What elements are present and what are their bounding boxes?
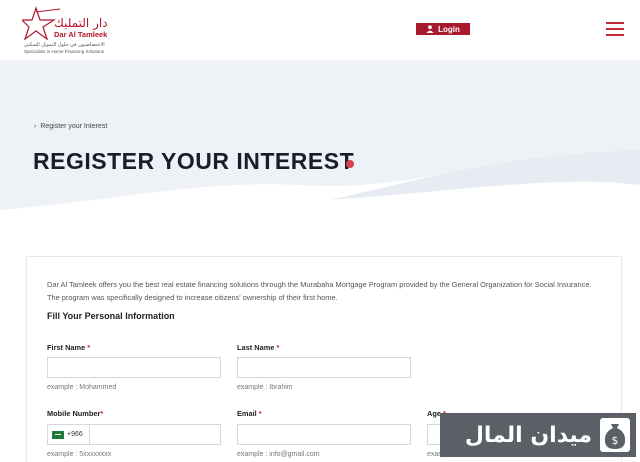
mobile-number-label: Mobile Number* (47, 409, 104, 418)
breadcrumb: › Register your Interest (34, 123, 107, 130)
logo-english-name: Dar Al Tamleek (54, 30, 108, 39)
saudi-flag-icon (52, 430, 64, 439)
email-hint: example : info@gmail.com (237, 451, 320, 458)
chevron-right-icon: › (34, 123, 37, 130)
logo-tagline-arabic: الاختصاصيون في حلول التمويل السكني (24, 42, 105, 48)
hero-wave-background (0, 150, 640, 230)
required-marker: * (276, 343, 280, 352)
first-name-hint: example : Mohammed (47, 384, 117, 391)
last-name-hint: example : Ibrahim (237, 384, 293, 391)
money-bag-icon: $ (600, 418, 630, 452)
required-marker: * (87, 343, 91, 352)
logo-arabic-name: دار التمليك (54, 16, 108, 30)
email-input[interactable] (237, 424, 411, 445)
first-name-label: First Name * (47, 343, 91, 352)
section-title: Fill Your Personal Information (47, 311, 175, 321)
required-marker: * (100, 409, 104, 418)
logo[interactable]: دار التمليك Dar Al Tamleek الاختصاصيون ف… (20, 6, 110, 56)
mobile-number-input[interactable] (89, 424, 221, 445)
header: دار التمليك Dar Al Tamleek الاختصاصيون ف… (0, 0, 640, 60)
page-title: REGISTER YOUR INTEREST (33, 148, 355, 174)
user-icon (426, 25, 434, 33)
mobile-number-hint: example : 5xxxxxxxx (47, 451, 112, 458)
page: دار التمليك Dar Al Tamleek الاختصاصيون ف… (0, 0, 640, 462)
hero-banner: › Register your Interest REGISTER YOUR I… (0, 60, 640, 230)
hamburger-menu-icon[interactable] (606, 22, 624, 36)
watermark-overlay: ميدان المال $ (440, 413, 636, 457)
first-name-input[interactable] (47, 357, 221, 378)
breadcrumb-item-register[interactable]: Register your Interest (40, 123, 107, 130)
logo-tagline-english: Specialists in Home Financing Solutions (24, 49, 105, 54)
title-accent-dot (346, 160, 354, 168)
email-label: Email * (237, 409, 262, 418)
last-name-input[interactable] (237, 357, 411, 378)
login-label: Login (438, 24, 460, 34)
svg-text:$: $ (612, 434, 619, 447)
country-code-select[interactable]: +966 (47, 424, 89, 445)
required-marker: * (258, 409, 262, 418)
watermark-text: ميدان المال (464, 422, 592, 448)
last-name-label: Last Name * (237, 343, 280, 352)
dial-code-label: +966 (67, 431, 83, 438)
login-button[interactable]: Login (416, 23, 470, 35)
intro-text: Dar Al Tamleek offers you the best real … (47, 280, 592, 302)
